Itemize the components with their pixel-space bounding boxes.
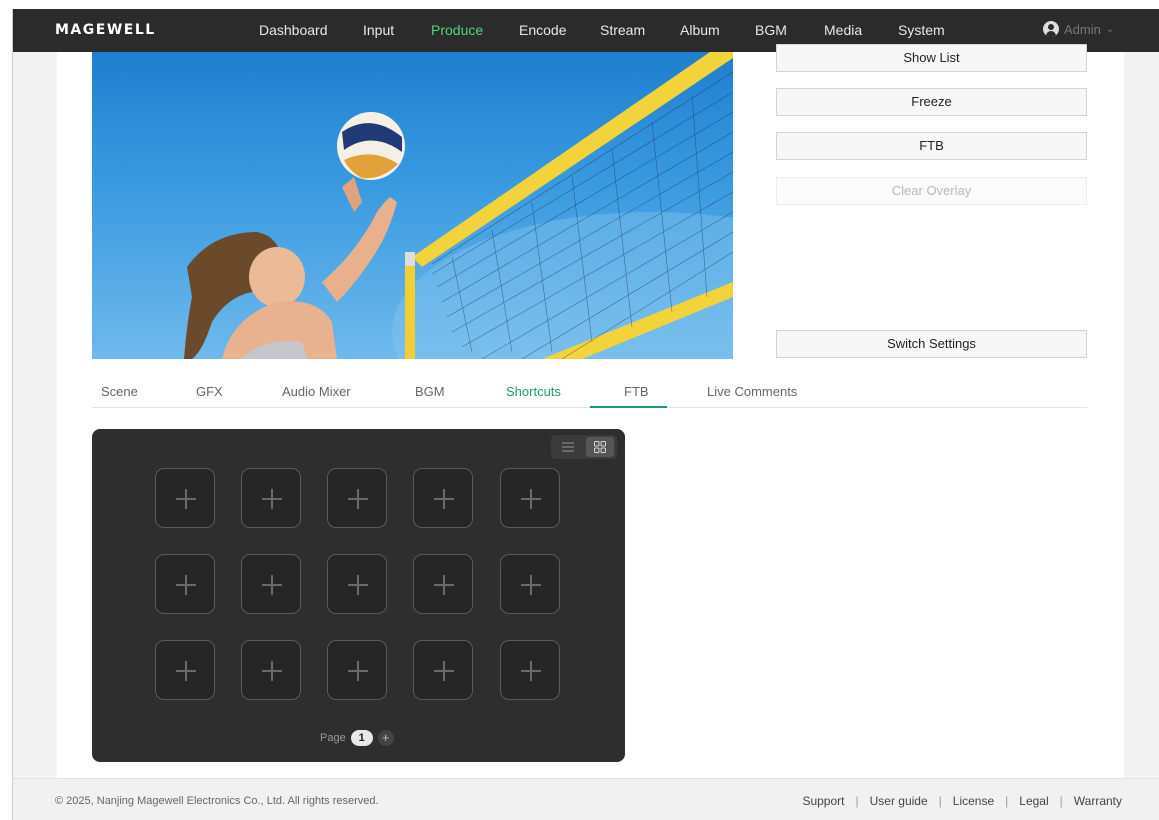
footer-links: Support | User guide | License | Legal |…	[802, 794, 1122, 808]
shortcut-pager: Page 1 +	[320, 730, 394, 746]
nav-bgm[interactable]: BGM	[755, 22, 787, 38]
view-toggle	[551, 435, 617, 459]
footer-separator: |	[855, 794, 859, 808]
tab-scene[interactable]: Scene	[101, 384, 138, 399]
footer-separator: |	[1059, 794, 1063, 808]
plus-icon	[348, 575, 368, 595]
nav-produce[interactable]: Produce	[431, 22, 483, 38]
brand-logo[interactable]: MAGEWELL	[55, 22, 156, 38]
switch-settings-button[interactable]: Switch Settings	[776, 330, 1087, 358]
copyright-text: © 2025, Nanjing Magewell Electronics Co.…	[55, 795, 379, 807]
plus-icon	[176, 489, 196, 509]
plus-icon	[521, 661, 541, 681]
shortcut-slot[interactable]	[327, 640, 387, 700]
plus-icon	[434, 489, 454, 509]
footer-link-warranty[interactable]: Warranty	[1074, 794, 1122, 808]
page-gutter-right	[1124, 52, 1159, 778]
tab-live-comments[interactable]: Live Comments	[707, 384, 797, 399]
pager-label: Page	[320, 732, 346, 744]
user-menu[interactable]: Admin ⌄	[1043, 21, 1114, 37]
plus-icon	[434, 661, 454, 681]
nav-dashboard[interactable]: Dashboard	[259, 22, 328, 38]
shortcut-slot[interactable]	[327, 468, 387, 528]
plus-icon	[521, 489, 541, 509]
ftb-button[interactable]: FTB	[776, 132, 1087, 160]
plus-icon	[176, 575, 196, 595]
footer-link-user-guide[interactable]: User guide	[870, 794, 928, 808]
shortcut-slot[interactable]	[241, 640, 301, 700]
shortcut-slot[interactable]	[327, 554, 387, 614]
footer-separator: |	[938, 794, 942, 808]
nav-stream[interactable]: Stream	[600, 22, 645, 38]
tab-bgm[interactable]: BGM	[415, 384, 445, 399]
page-1-button[interactable]: 1	[350, 730, 373, 746]
tab-gfx[interactable]: GFX	[196, 384, 223, 399]
shortcut-slot[interactable]	[155, 468, 215, 528]
footer-link-support[interactable]: Support	[802, 794, 844, 808]
plus-icon	[348, 661, 368, 681]
shortcuts-panel: Page 1 +	[92, 429, 625, 762]
plus-icon	[434, 575, 454, 595]
plus-icon	[348, 489, 368, 509]
shortcut-slot[interactable]	[413, 640, 473, 700]
shortcut-slot[interactable]	[155, 640, 215, 700]
preview-image	[184, 52, 733, 359]
plus-icon	[262, 661, 282, 681]
add-page-button[interactable]: +	[377, 730, 394, 746]
tab-audio-mixer[interactable]: Audio Mixer	[282, 384, 351, 399]
nav-input[interactable]: Input	[363, 22, 394, 38]
plus-icon	[262, 489, 282, 509]
shortcut-slot[interactable]	[241, 468, 301, 528]
user-avatar-icon	[1043, 21, 1059, 37]
shortcut-slot[interactable]	[241, 554, 301, 614]
program-preview	[92, 52, 733, 359]
nav-album[interactable]: Album	[680, 22, 720, 38]
show-list-button[interactable]: Show List	[776, 44, 1087, 72]
shortcut-slot[interactable]	[500, 554, 560, 614]
footer: © 2025, Nanjing Magewell Electronics Co.…	[13, 778, 1159, 820]
plus-icon	[176, 661, 196, 681]
tab-ftb[interactable]: FTB	[624, 384, 649, 399]
tab-shortcuts[interactable]: Shortcuts	[506, 384, 561, 399]
page-gutter-left	[13, 52, 57, 778]
nav-encode[interactable]: Encode	[519, 22, 566, 38]
nav-media[interactable]: Media	[824, 22, 862, 38]
shortcut-slot[interactable]	[155, 554, 215, 614]
plus-icon	[262, 575, 282, 595]
freeze-button[interactable]: Freeze	[776, 88, 1087, 116]
shortcut-slot[interactable]	[500, 468, 560, 528]
active-tab-indicator	[590, 406, 667, 408]
footer-link-license[interactable]: License	[953, 794, 994, 808]
clear-overlay-button[interactable]: Clear Overlay	[776, 177, 1087, 205]
grid-view-icon[interactable]	[586, 437, 614, 457]
footer-separator: |	[1005, 794, 1009, 808]
produce-tabs: Scene GFX Audio Mixer BGM Shortcuts FTB …	[92, 376, 1087, 408]
shortcut-slot[interactable]	[413, 468, 473, 528]
chevron-down-icon: ⌄	[1105, 23, 1115, 35]
user-name: Admin	[1064, 21, 1101, 37]
shortcut-slot[interactable]	[500, 640, 560, 700]
shortcut-slot[interactable]	[413, 554, 473, 614]
list-view-icon[interactable]	[554, 437, 582, 457]
footer-link-legal[interactable]: Legal	[1019, 794, 1048, 808]
nav-system[interactable]: System	[898, 22, 945, 38]
plus-icon	[521, 575, 541, 595]
